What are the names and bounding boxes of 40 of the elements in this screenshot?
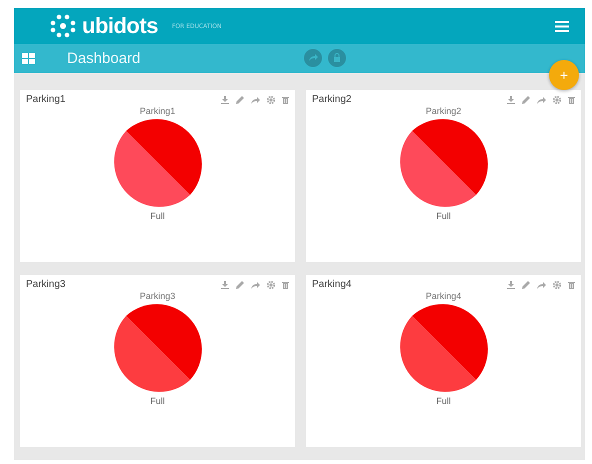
brand-name: ubidots xyxy=(82,13,158,39)
add-button[interactable]: + xyxy=(549,60,579,90)
pencil-icon[interactable] xyxy=(236,96,244,104)
trash-icon[interactable] xyxy=(568,280,575,288)
trash-icon[interactable] xyxy=(568,96,575,104)
download-icon[interactable] xyxy=(221,280,229,288)
widget-title: Parking2 xyxy=(312,94,352,105)
slice-label: Full xyxy=(436,211,451,221)
trash-icon[interactable] xyxy=(282,280,289,288)
settings-icon[interactable] xyxy=(267,280,275,288)
pencil-icon[interactable] xyxy=(522,280,530,288)
dots-logo-icon xyxy=(50,14,76,38)
download-icon[interactable] xyxy=(507,96,515,104)
menu-icon[interactable] xyxy=(555,20,569,32)
share-icon[interactable] xyxy=(251,280,260,288)
download-icon[interactable] xyxy=(507,280,515,288)
download-icon[interactable] xyxy=(221,96,229,104)
widget-title: Parking3 xyxy=(26,279,66,290)
settings-icon[interactable] xyxy=(267,96,275,104)
settings-icon[interactable] xyxy=(553,96,561,104)
settings-icon[interactable] xyxy=(553,280,561,288)
chart-title: Parking2 xyxy=(426,106,462,116)
slice-label: Full xyxy=(436,396,451,406)
dashboard-title: Dashboard xyxy=(67,50,140,67)
share-icon[interactable] xyxy=(304,49,322,67)
trash-icon[interactable] xyxy=(282,96,289,104)
lock-icon[interactable] xyxy=(328,49,346,67)
grid-icon[interactable] xyxy=(22,53,35,64)
chart-title: Parking4 xyxy=(426,291,462,301)
widget-title: Parking1 xyxy=(26,94,66,105)
share-icon[interactable] xyxy=(537,96,546,104)
chart-title: Parking1 xyxy=(140,106,176,116)
pencil-icon[interactable] xyxy=(522,96,530,104)
chart-title: Parking3 xyxy=(140,291,176,301)
slice-label: Full xyxy=(150,396,165,406)
share-icon[interactable] xyxy=(537,280,546,288)
slice-label: Full xyxy=(150,211,165,221)
pencil-icon[interactable] xyxy=(236,280,244,288)
widget-title: Parking4 xyxy=(312,279,352,290)
share-icon[interactable] xyxy=(251,96,260,104)
